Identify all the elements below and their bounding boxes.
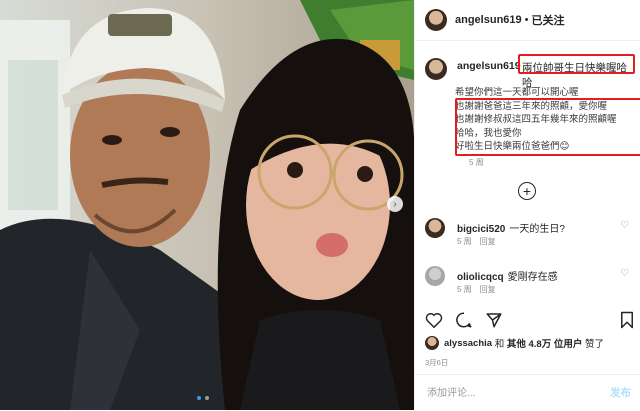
avatar[interactable] <box>425 336 439 350</box>
carousel-dots <box>197 396 209 400</box>
header-separator: • <box>524 14 529 26</box>
share-icon[interactable] <box>485 311 503 329</box>
heart-icon[interactable]: ♡ <box>620 220 629 231</box>
carousel-dot <box>205 396 209 400</box>
likes-summary: alyssachia 和 其他 4.8万 位用户 赞了 <box>425 336 604 350</box>
comment-username[interactable]: oliolicqcq 愛剛存在感 <box>457 268 558 283</box>
highlight-box <box>455 98 640 156</box>
comment-time[interactable]: 5 周 <box>457 236 472 247</box>
avatar[interactable] <box>425 9 447 31</box>
comment-username[interactable]: bigcici520 一天的生日? <box>457 220 565 235</box>
post-sidebar: angelsun619 • 已关注 angelsun619 兩位帥哥生日快樂喔哈… <box>414 0 640 410</box>
plus-circle-icon[interactable]: + <box>518 182 536 200</box>
action-bar <box>425 310 635 330</box>
heart-icon[interactable]: ♡ <box>620 268 629 279</box>
publish-button[interactable]: 发布 <box>610 385 631 400</box>
reply-button[interactable]: 回复 <box>480 236 496 247</box>
comment-text: 愛剛存在感 <box>507 272 558 283</box>
likes-username[interactable]: alyssachia <box>444 338 492 349</box>
post-date[interactable]: 3月6日 <box>425 357 448 368</box>
add-comment-bar: 发布 <box>415 374 640 411</box>
reply-button[interactable]: 回复 <box>480 284 496 295</box>
comment-meta: 5 周 回复 <box>457 284 496 295</box>
comment-meta: 5 周 回复 <box>457 236 496 247</box>
avatar[interactable] <box>425 218 445 238</box>
likes-and: 和 <box>494 339 505 350</box>
header-username[interactable]: angelsun619 <box>455 14 522 26</box>
likes-liked: 赞了 <box>585 339 605 350</box>
follow-status-button[interactable]: 已关注 <box>532 12 565 28</box>
selfie-image <box>0 0 414 410</box>
bookmark-icon[interactable] <box>619 311 635 329</box>
caption-time[interactable]: 5 周 <box>469 157 484 168</box>
comment-icon[interactable] <box>455 311 473 329</box>
likes-others[interactable]: 其他 4.8万 位用户 <box>507 336 583 350</box>
avatar[interactable] <box>425 58 447 80</box>
comment-username-text[interactable]: bigcici520 <box>457 224 505 235</box>
post-header: angelsun619 • 已关注 <box>415 0 640 41</box>
carousel-dot-active <box>197 396 201 400</box>
heart-icon[interactable] <box>425 312 443 328</box>
comment-text: 一天的生日? <box>509 224 565 235</box>
avatar[interactable] <box>425 266 445 286</box>
instagram-post: › angelsun619 • 已关注 angelsun619 兩位帥哥生日快樂… <box>0 0 640 410</box>
caption-username[interactable]: angelsun619 <box>457 60 521 72</box>
comment-username-text[interactable]: oliolicqcq <box>457 272 504 283</box>
comment-input[interactable] <box>425 384 589 402</box>
comment-time[interactable]: 5 周 <box>457 284 472 295</box>
chevron-right-icon[interactable]: › <box>387 196 403 212</box>
post-photo[interactable]: › <box>0 0 414 410</box>
highlight-box <box>518 54 635 74</box>
